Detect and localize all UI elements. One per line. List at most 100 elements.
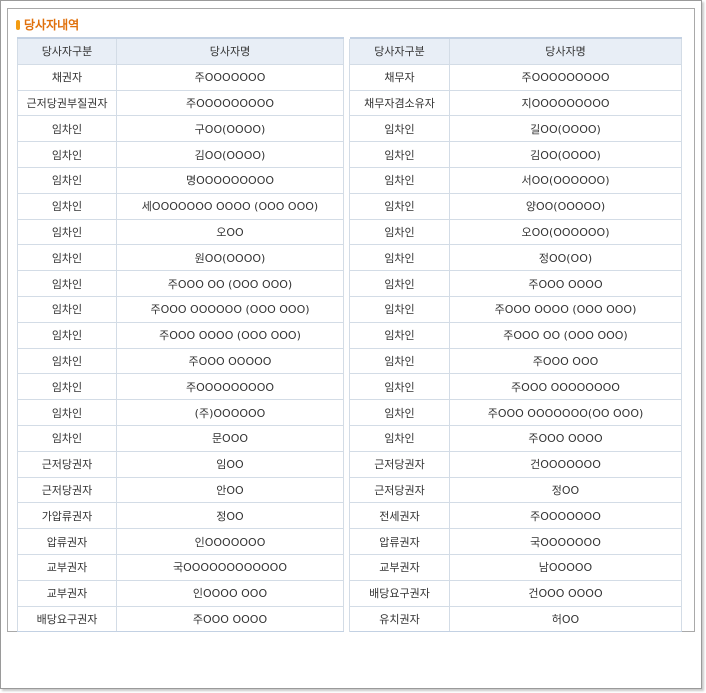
party-name-cell: 주OOOOOOO bbox=[449, 502, 682, 530]
party-type-cell: 임차인 bbox=[349, 373, 450, 401]
table-row: 임차인 주OOOOOOOOO 임차인 주OOO OOOOOOOO bbox=[17, 373, 682, 401]
party-type-cell: 교부권자 bbox=[17, 579, 117, 607]
table-row: 압류권자 인OOOOOOO 압류권자 국OOOOOOO bbox=[17, 528, 682, 555]
party-type-cell: 임차인 bbox=[349, 244, 450, 272]
header-party-type-left: 당사자구분 bbox=[17, 36, 117, 65]
party-type-cell: 배당요구권자 bbox=[17, 605, 117, 633]
party-type-cell: 채무자겸소유자 bbox=[349, 89, 450, 117]
header-party-name-right: 당사자명 bbox=[449, 36, 682, 65]
party-type-cell: 임차인 bbox=[17, 244, 117, 272]
party-name-cell: 건OOOOOOO bbox=[449, 450, 682, 478]
party-name-cell: (주)OOOOOO bbox=[116, 399, 344, 426]
party-type-cell: 임차인 bbox=[17, 295, 117, 323]
party-type-cell: 근저당권자 bbox=[349, 476, 450, 504]
party-name-cell: 원OO(OOOO) bbox=[116, 244, 344, 272]
section-title: 당사자내역 bbox=[24, 18, 80, 32]
party-type-cell: 임차인 bbox=[349, 399, 450, 426]
table-row: 임차인 주OOO OOOOOO (OOO OOO) 임차인 주OOO OOOO (OO… bbox=[17, 295, 682, 323]
party-type-cell: 압류권자 bbox=[349, 528, 450, 555]
party-type-cell: 근저당권자 bbox=[17, 476, 117, 504]
party-type-cell: 근저당권부질권자 bbox=[17, 89, 117, 117]
bullet-icon bbox=[16, 20, 20, 30]
table-row: 임차인 주OOO OOOO (OOO OOO) 임차인 주OOO OO (OOO OO… bbox=[17, 321, 682, 349]
party-name-cell: 남OOOOO bbox=[449, 553, 682, 581]
party-name-cell: 주OOOOOOOOO bbox=[116, 373, 344, 401]
party-name-cell: 주OOO OOOO bbox=[449, 424, 682, 452]
party-type-cell: 채권자 bbox=[17, 63, 117, 91]
party-name-cell: 김OO(OOOO) bbox=[449, 141, 682, 168]
party-type-cell: 압류권자 bbox=[17, 528, 117, 555]
party-type-cell: 근저당권자 bbox=[17, 450, 117, 478]
table-row: 가압류권자 정OO 전세권자 주OOOOOOO bbox=[17, 502, 682, 530]
table-row: 임차인 세OOOOOOO OOOO (OOO OOO) 임차인 양OO(OOOOO) bbox=[17, 192, 682, 220]
party-name-cell: 문OOO bbox=[116, 424, 344, 452]
party-name-cell: 명OOOOOOOOO bbox=[116, 166, 344, 194]
party-name-cell: 국OOOOOOO bbox=[449, 528, 682, 555]
party-name-cell: 구OO(OOOO) bbox=[116, 115, 344, 143]
party-type-cell: 임차인 bbox=[17, 192, 117, 220]
party-type-cell: 임차인 bbox=[349, 141, 450, 168]
party-name-cell: 오OO bbox=[116, 218, 344, 246]
table-row: 임차인 명OOOOOOOOO 임차인 서OO(OOOOOO) bbox=[17, 166, 682, 194]
party-type-cell: 임차인 bbox=[17, 347, 117, 375]
party-name-cell: 주OOO OOOO bbox=[449, 270, 682, 297]
table-row: 근저당권자 임OO 근저당권자 건OOOOOOO bbox=[17, 450, 682, 478]
parties-panel: 당사자내역 당사자구분 당사자명 당사자구분 당사자명 채권자 주OOOOOOO 채… bbox=[7, 8, 695, 633]
section-heading: 당사자내역 bbox=[16, 17, 79, 33]
party-type-cell: 임차인 bbox=[17, 321, 117, 349]
party-name-cell: 국OOOOOOOOOOOO bbox=[116, 553, 344, 581]
party-name-cell: 임OO bbox=[116, 450, 344, 478]
party-name-cell: 오OO(OOOOOO) bbox=[449, 218, 682, 246]
party-name-cell: 주OOOOOOO bbox=[116, 63, 344, 91]
party-name-cell: 주OOO OOOOOOOO bbox=[449, 373, 682, 401]
party-type-cell: 근저당권자 bbox=[349, 450, 450, 478]
party-type-cell: 임차인 bbox=[349, 347, 450, 375]
party-name-cell: 김OO(OOOO) bbox=[116, 141, 344, 168]
table-row: 교부권자 인OOOO OOO 배당요구권자 건OOO OOOO bbox=[17, 579, 682, 607]
table-row: 교부권자 국OOOOOOOOOOOO 교부권자 남OOOOO bbox=[17, 553, 682, 581]
party-type-cell: 임차인 bbox=[17, 399, 117, 426]
party-name-cell: 주OOOOOOOOO bbox=[116, 89, 344, 117]
party-name-cell: 인OOOOOOO bbox=[116, 528, 344, 555]
party-type-cell: 임차인 bbox=[17, 424, 117, 452]
party-type-cell: 임차인 bbox=[17, 115, 117, 143]
party-name-cell: 길OO(OOOO) bbox=[449, 115, 682, 143]
party-name-cell: 주OOO OO (OOO OOO) bbox=[449, 321, 682, 349]
table-row: 임차인 (주)OOOOOO 임차인 주OOO OOOOOOO(OO OOO) bbox=[17, 399, 682, 426]
table-row: 채권자 주OOOOOOO 채무자 주OOOOOOOOO bbox=[17, 63, 682, 91]
party-type-cell: 임차인 bbox=[349, 192, 450, 220]
party-name-cell: 세OOOOOOO OOOO (OOO OOO) bbox=[116, 192, 344, 220]
party-type-cell: 임차인 bbox=[17, 373, 117, 401]
party-name-cell: 정OO(OO) bbox=[449, 244, 682, 272]
party-name-cell: 인OOOO OOO bbox=[116, 579, 344, 607]
party-type-cell: 임차인 bbox=[17, 218, 117, 246]
table-row: 임차인 주OOO OOOOO 임차인 주OOO OOO bbox=[17, 347, 682, 375]
header-party-type-right: 당사자구분 bbox=[349, 36, 450, 65]
party-type-cell: 배당요구권자 bbox=[349, 579, 450, 607]
party-name-cell: 지OOOOOOOOO bbox=[449, 89, 682, 117]
party-name-cell: 허OO bbox=[449, 605, 682, 633]
table-row: 근저당권자 안OO 근저당권자 정OO bbox=[17, 476, 682, 504]
party-name-cell: 주OOO OOO bbox=[449, 347, 682, 375]
party-type-cell: 임차인 bbox=[349, 424, 450, 452]
party-name-cell: 양OO(OOOOO) bbox=[449, 192, 682, 220]
table-row: 근저당권부질권자 주OOOOOOOOO 채무자겸소유자 지OOOOOOOOO bbox=[17, 89, 682, 117]
party-name-cell: 서OO(OOOOOO) bbox=[449, 166, 682, 194]
parties-table: 당사자구분 당사자명 당사자구분 당사자명 채권자 주OOOOOOO 채무자 주OOO… bbox=[17, 36, 682, 633]
party-type-cell: 유치권자 bbox=[349, 605, 450, 633]
table-row: 임차인 구OO(OOOO) 임차인 길OO(OOOO) bbox=[17, 115, 682, 143]
party-name-cell: 주OOO OOOOO bbox=[116, 347, 344, 375]
window-frame: 당사자내역 당사자구분 당사자명 당사자구분 당사자명 채권자 주OOOOOOO 채… bbox=[0, 0, 702, 689]
party-type-cell: 가압류권자 bbox=[17, 502, 117, 530]
table-row: 임차인 원OO(OOOO) 임차인 정OO(OO) bbox=[17, 244, 682, 272]
party-type-cell: 교부권자 bbox=[349, 553, 450, 581]
table-row: 배당요구권자 주OOO OOOO 유치권자 허OO bbox=[17, 605, 682, 633]
header-party-name-left: 당사자명 bbox=[116, 36, 344, 65]
party-name-cell: 주OOO OOOOOO (OOO OOO) bbox=[116, 295, 344, 323]
party-type-cell: 임차인 bbox=[349, 270, 450, 297]
party-type-cell: 전세권자 bbox=[349, 502, 450, 530]
party-type-cell: 임차인 bbox=[17, 270, 117, 297]
party-type-cell: 임차인 bbox=[349, 115, 450, 143]
table-header-row: 당사자구분 당사자명 당사자구분 당사자명 bbox=[17, 36, 682, 65]
party-type-cell: 임차인 bbox=[17, 166, 117, 194]
